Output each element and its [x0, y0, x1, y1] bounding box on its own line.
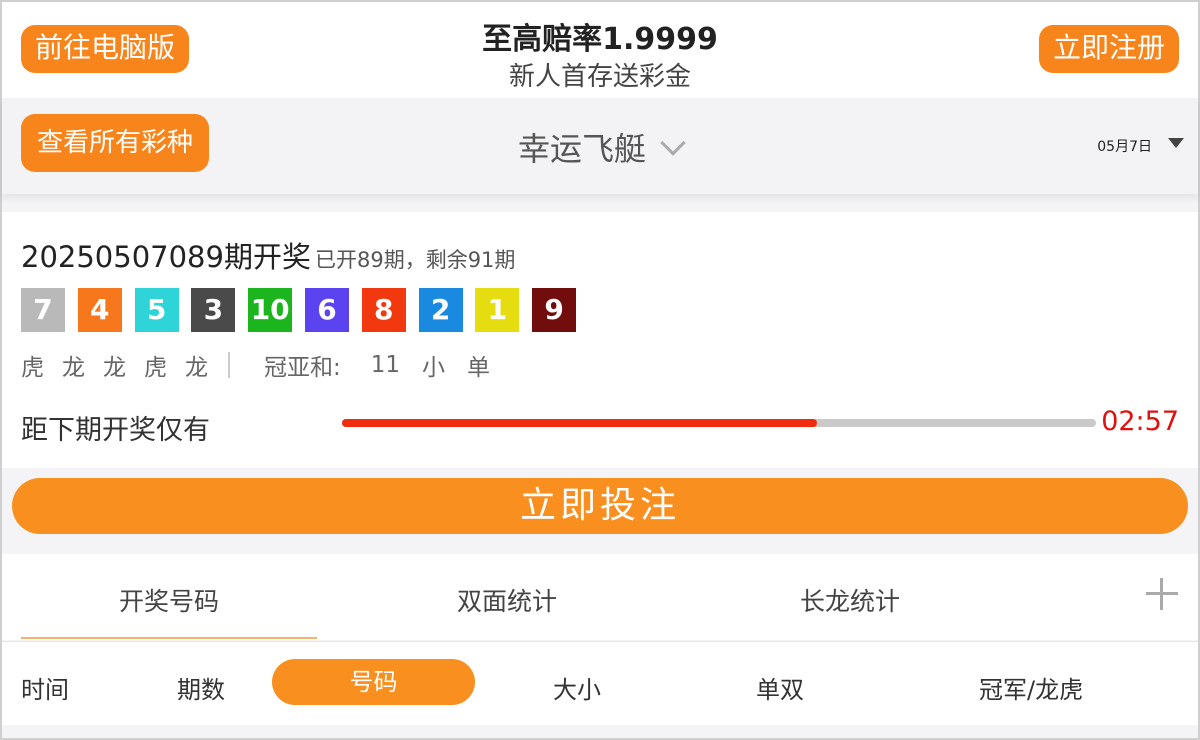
- stats-tabs: 开奖号码 双面统计 长龙统计: [2, 554, 1198, 640]
- column-champion-dragon-tiger[interactable]: 冠军/龙虎: [979, 670, 1083, 705]
- caret-down-icon[interactable]: [1168, 138, 1184, 148]
- lottery-name: 幸运飞艇: [517, 130, 646, 168]
- sum-parity: 单: [467, 355, 491, 381]
- column-parity[interactable]: 单双: [756, 670, 804, 705]
- countdown-label: 距下期开奖仅有: [21, 415, 210, 446]
- draw-ball: 6: [304, 288, 349, 332]
- draw-summary: 虎 龙 龙 虎 龙 冠亚和: 11 小 单: [21, 348, 512, 382]
- draw-ball: 9: [532, 288, 577, 332]
- lottery-bar: 查看所有彩种 幸运飞艇 05月7日: [2, 98, 1198, 194]
- tab-draw-numbers[interactable]: 开奖号码: [119, 582, 219, 618]
- tab-two-side-stats[interactable]: 双面统计: [457, 582, 557, 618]
- chevron-down-icon: [660, 130, 686, 156]
- issue-title: 20250507089期开奖: [21, 240, 311, 274]
- promo-subtitle: 新人首存送彩金: [508, 62, 691, 92]
- column-time[interactable]: 时间: [21, 670, 69, 705]
- column-issue[interactable]: 期数: [177, 670, 225, 705]
- draw-ball: 10: [248, 288, 293, 332]
- draw-balls: 7 4 5 3 10 6 8 2 1 9: [21, 288, 589, 332]
- tab-long-dragon-stats[interactable]: 长龙统计: [800, 582, 900, 618]
- register-button[interactable]: 立即注册: [1038, 25, 1179, 73]
- sum-size: 小: [422, 355, 446, 381]
- sum-value: 11: [370, 352, 401, 378]
- dragon-tiger-result: 龙: [185, 355, 208, 381]
- plus-icon[interactable]: [1146, 578, 1178, 610]
- lottery-selector[interactable]: 幸运飞艇: [2, 124, 1198, 170]
- column-number[interactable]: 号码: [272, 659, 475, 705]
- countdown-progress-fill: [342, 419, 818, 427]
- results-column-header: 时间 期数 号码 大小 单双 冠军/龙虎: [2, 641, 1198, 725]
- draw-ball: 8: [361, 288, 406, 332]
- top-bar: 前往电脑版 至高赔率1.9999 新人首存送彩金 立即注册: [2, 2, 1198, 98]
- draw-ball: 7: [21, 288, 65, 332]
- place-bet-button[interactable]: 立即投注: [12, 478, 1188, 534]
- column-size[interactable]: 大小: [553, 670, 601, 705]
- divider: [228, 352, 230, 378]
- dragon-tiger-result: 虎: [144, 355, 167, 381]
- promo-title: 至高赔率1.9999: [482, 22, 718, 57]
- draw-ball: 2: [418, 288, 463, 332]
- issue-stat: 已开89期，剩余91期: [314, 248, 516, 272]
- dragon-tiger-result: 龙: [103, 355, 126, 381]
- issue-heading: 20250507089期开奖 已开89期，剩余91期: [21, 234, 515, 276]
- dragon-tiger-result: 龙: [62, 355, 85, 381]
- draw-panel: 20250507089期开奖 已开89期，剩余91期 7 4 5 3 10 6 8…: [2, 212, 1198, 468]
- sum-label: 冠亚和:: [264, 355, 341, 381]
- draw-ball: 4: [77, 288, 122, 332]
- dragon-tiger-result: 虎: [21, 355, 44, 381]
- countdown-progress-bar: [342, 419, 1096, 427]
- active-tab-indicator: [21, 637, 317, 639]
- draw-ball: 1: [475, 288, 520, 332]
- draw-ball: 3: [191, 288, 236, 332]
- date-selector[interactable]: 05月7日: [1097, 136, 1152, 156]
- draw-ball: 5: [134, 288, 179, 332]
- countdown-timer: 02:57: [1101, 406, 1179, 437]
